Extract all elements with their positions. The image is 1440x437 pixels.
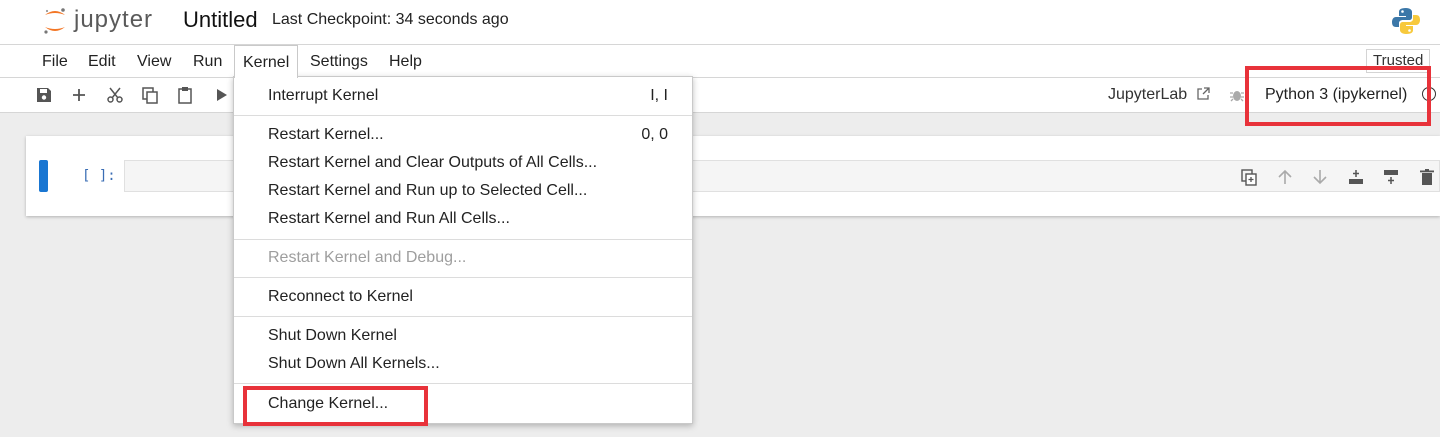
menu-item-restart-run-to-selected[interactable]: Restart Kernel and Run up to Selected Ce…: [234, 177, 692, 205]
insert-below-icon: [1384, 170, 1398, 184]
menu-kernel[interactable]: Kernel: [234, 45, 299, 78]
cut-icon: [107, 87, 123, 103]
menu-run[interactable]: Run: [185, 45, 230, 76]
move-cell-down-button[interactable]: [1311, 168, 1329, 186]
insert-cell-below-button[interactable]: [1382, 168, 1400, 186]
menu-item-label: Shut Down Kernel: [268, 327, 397, 344]
menu-item-label: Restart Kernel...: [268, 126, 384, 143]
menu-item-restart-run-all[interactable]: Restart Kernel and Run All Cells...: [234, 205, 692, 233]
duplicate-icon: [1241, 169, 1257, 186]
copy-button[interactable]: [139, 84, 161, 106]
menu-item-interrupt-kernel[interactable]: Interrupt Kernel I, I: [234, 82, 692, 110]
move-down-icon: [1313, 170, 1327, 185]
menu-view[interactable]: View: [129, 45, 179, 76]
menu-item-shortcut: I, I: [650, 87, 668, 104]
menu-item-label: Shut Down All Kernels...: [268, 355, 440, 372]
menu-item-reconnect-kernel[interactable]: Reconnect to Kernel: [234, 283, 692, 311]
bug-icon[interactable]: [1229, 87, 1245, 103]
run-button[interactable]: [210, 84, 232, 106]
cell-collapser[interactable]: [39, 160, 48, 192]
copy-icon: [142, 87, 158, 104]
menu-file[interactable]: File: [34, 45, 76, 76]
menu-separator: [234, 239, 692, 240]
menu-item-label: Restart Kernel and Clear Outputs of All …: [268, 154, 598, 171]
menu-settings[interactable]: Settings: [302, 45, 376, 76]
notebook-title[interactable]: Untitled: [183, 7, 258, 33]
move-up-icon: [1278, 169, 1292, 184]
menu-item-label: Interrupt Kernel: [268, 87, 379, 104]
delete-icon: [1420, 169, 1434, 185]
jupyter-logo[interactable]: jupyter: [36, 4, 166, 38]
logo-text: jupyter: [74, 6, 154, 33]
add-icon: [73, 89, 85, 101]
run-icon: [217, 89, 227, 101]
cut-button[interactable]: [104, 84, 126, 106]
save-button[interactable]: [33, 84, 55, 106]
insert-cell-above-button[interactable]: [1347, 168, 1365, 186]
menu-item-shortcut: 0, 0: [641, 126, 668, 143]
menu-item-label: Reconnect to Kernel: [268, 288, 413, 305]
menu-item-shut-down-all-kernels[interactable]: Shut Down All Kernels...: [234, 350, 692, 378]
paste-button[interactable]: [174, 84, 196, 106]
insert-above-icon: [1349, 170, 1363, 184]
menu-item-restart-debug: Restart Kernel and Debug...: [234, 244, 692, 272]
menu-help[interactable]: Help: [381, 45, 430, 76]
open-in-jupyterlab-link[interactable]: JupyterLab: [1108, 86, 1187, 104]
menu-item-label: Restart Kernel and Debug...: [268, 249, 467, 266]
menu-item-restart-clear-outputs[interactable]: Restart Kernel and Clear Outputs of All …: [234, 149, 692, 177]
menu-item-label: Restart Kernel and Run All Cells...: [268, 210, 510, 227]
checkpoint-status: Last Checkpoint: 34 seconds ago: [272, 11, 509, 28]
menu-bar: File Edit View Run Kernel Settings Help …: [0, 45, 1440, 78]
paste-icon: [178, 87, 192, 104]
add-cell-button[interactable]: [68, 84, 90, 106]
menu-separator: [234, 383, 692, 384]
menu-separator: [234, 316, 692, 317]
duplicate-cell-button[interactable]: [1240, 168, 1258, 186]
kernel-name-highlight-box: [1245, 66, 1431, 126]
menu-edit[interactable]: Edit: [80, 45, 124, 76]
move-cell-up-button[interactable]: [1276, 168, 1294, 186]
notebook-toolbar: JupyterLab Python 3 (ipykernel): [0, 78, 1440, 113]
change-kernel-highlight-box: [243, 386, 428, 426]
jupyter-logo-icon: [44, 8, 65, 34]
external-link-icon: [1197, 87, 1210, 100]
cell-input-prompt: [ ]:: [82, 168, 116, 184]
top-header: jupyter Untitled Last Checkpoint: 34 sec…: [0, 0, 1440, 45]
menu-separator: [234, 115, 692, 116]
delete-cell-button[interactable]: [1418, 168, 1436, 186]
python-logo-icon: [1392, 8, 1420, 34]
menu-item-label: Restart Kernel and Run up to Selected Ce…: [268, 182, 588, 199]
menu-item-restart-kernel[interactable]: Restart Kernel... 0, 0: [234, 121, 692, 149]
save-icon: [37, 88, 51, 102]
kernel-dropdown-menu: Interrupt Kernel I, I Restart Kernel... …: [233, 76, 693, 424]
menu-separator: [234, 277, 692, 278]
menu-item-shut-down-kernel[interactable]: Shut Down Kernel: [234, 322, 692, 350]
